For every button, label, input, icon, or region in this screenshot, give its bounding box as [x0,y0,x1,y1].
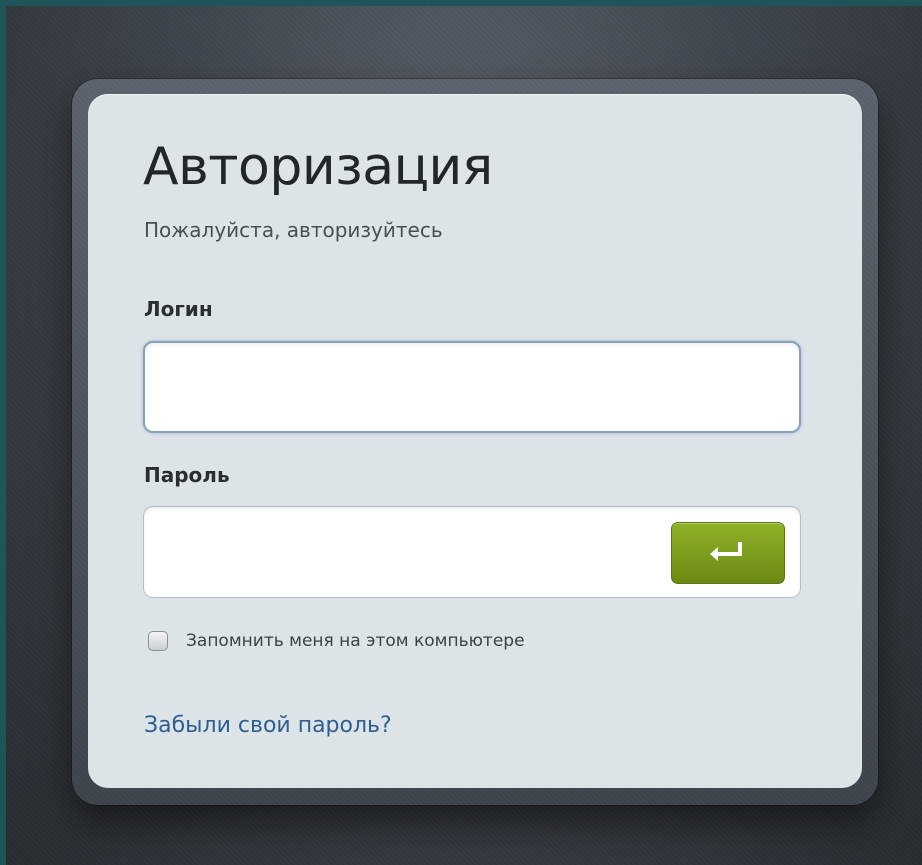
enter-return-icon [710,542,742,561]
login-field-container [143,341,801,433]
login-input[interactable] [159,343,789,433]
page-title: Авторизация [143,137,493,197]
password-field-container [143,506,801,599]
forgot-password-link[interactable]: Забыли свой пароль? [144,713,392,738]
remember-me-checkbox[interactable] [148,631,168,651]
login-card: Авторизация Пожалуйста, авторизуйтесь Ло… [88,94,862,788]
remember-me-option[interactable]: Запомнить меня на этом компьютере [148,631,525,651]
page-subtitle: Пожалуйста, авторизуйтесь [144,218,443,242]
password-label: Пароль [144,463,230,487]
login-label: Логин [144,297,213,321]
password-input[interactable] [158,507,668,599]
remember-me-label: Запомнить меня на этом компьютере [186,631,525,651]
submit-button[interactable] [671,522,785,584]
page-background: Авторизация Пожалуйста, авторизуйтесь Ло… [6,6,922,865]
